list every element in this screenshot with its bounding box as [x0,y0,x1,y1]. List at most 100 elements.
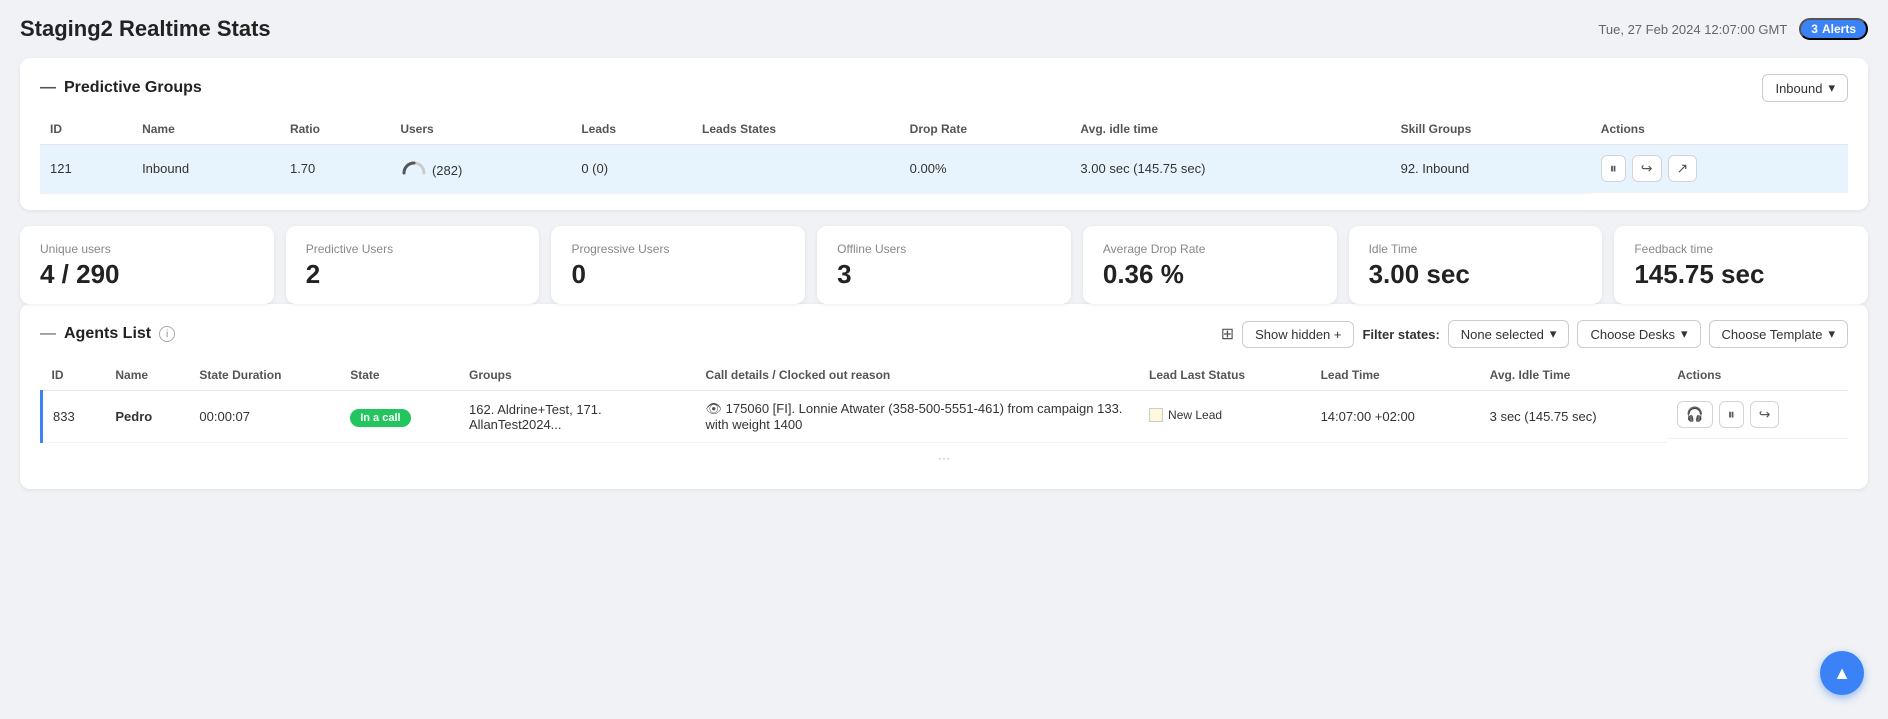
header-right: Tue, 27 Feb 2024 12:07:00 GMT 3 Alerts [1598,18,1868,40]
col-lead-last-status: Lead Last Status [1139,360,1311,391]
new-lead-badge: New Lead [1149,408,1222,422]
col-call-details: Call details / Clocked out reason [696,360,1140,391]
call-detail-icon: 👁 [706,401,723,416]
chevron-down-icon: ▾ [1681,326,1688,342]
none-selected-dropdown[interactable]: None selected ▾ [1448,320,1570,348]
col-groups: Groups [459,360,696,391]
agents-collapse-icon[interactable]: — [40,325,56,343]
forward-button[interactable]: ↪ [1632,155,1662,182]
col-actions: Actions [1591,114,1848,145]
col-drop-rate: Drop Rate [900,114,1071,145]
table-row: 121 Inbound 1.70 (282) 0 (0) [40,145,1848,194]
agent-state-duration: 00:00:07 [189,391,340,443]
avg-drop-rate-card: Average Drop Rate 0.36 % [1083,226,1337,305]
agents-list-tbody: 833 Pedro 00:00:07 In a call 162. Aldrin… [42,391,1849,443]
idle-time-card: Idle Time 3.00 sec [1349,226,1603,305]
predictive-users-label: Predictive Users [306,242,520,256]
transfer-button[interactable]: ↪ [1750,401,1780,428]
col-name: Name [105,360,189,391]
unique-users-card: Unique users 4 / 290 [20,226,274,305]
unique-users-value: 4 / 290 [40,260,254,289]
row-actions: ⏸ ↪ ↗ [1591,145,1848,193]
agents-title-area: — Agents List i [40,325,175,343]
row-leads: 0 (0) [571,145,692,194]
external-link-button[interactable]: ↗ [1668,155,1698,182]
agent-lead-time: 14:07:00 +02:00 [1311,391,1480,443]
row-skill-groups: 92. Inbound [1391,145,1591,194]
col-skill-groups: Skill Groups [1391,114,1591,145]
progressive-users-label: Progressive Users [571,242,785,256]
agents-list-thead: ID Name State Duration State Groups Call… [42,360,1849,391]
feedback-time-label: Feedback time [1634,242,1848,256]
agent-call-details: 👁 175060 [FI]. Lonnie Atwater (358-500-5… [696,391,1140,443]
unique-users-label: Unique users [40,242,254,256]
chevron-down-icon: ▾ [1828,80,1835,96]
predictive-groups-thead: ID Name Ratio Users Leads Leads States D… [40,114,1848,145]
agents-list-header: — Agents List i ⊞ Show hidden + Filter s… [40,320,1848,348]
agents-list-card: — Agents List i ⊞ Show hidden + Filter s… [20,304,1868,489]
agent-avg-idle: 3 sec (145.75 sec) [1480,391,1668,443]
predictive-groups-header-row: ID Name Ratio Users Leads Leads States D… [40,114,1848,145]
row-name: Inbound [132,145,280,194]
col-leads-states: Leads States [692,114,900,145]
col-actions: Actions [1667,360,1848,391]
col-id: ID [40,114,132,145]
choose-template-dropdown[interactable]: Choose Template ▾ [1709,320,1848,348]
col-id: ID [42,360,106,391]
agent-state: In a call [340,391,459,443]
alerts-label: Alerts [1822,22,1856,36]
predictive-groups-header: — Predictive Groups Inbound ▾ [40,74,1848,102]
col-avg-idle-time: Avg. Idle Time [1480,360,1668,391]
chevron-down-icon: ▾ [1828,326,1835,342]
fab-button[interactable]: ▲ [1820,651,1864,695]
offline-users-card: Offline Users 3 [817,226,1071,305]
predictive-groups-title: — Predictive Groups [40,79,202,97]
progressive-users-value: 0 [571,260,785,289]
collapse-icon[interactable]: — [40,79,56,97]
agents-list-title: Agents List [64,325,151,343]
choose-template-label: Choose Template [1722,327,1823,342]
col-state: State [340,360,459,391]
row-ratio: 1.70 [280,145,390,194]
pause-agent-button[interactable]: ⏸ [1719,401,1744,428]
predictive-groups-tbody: 121 Inbound 1.70 (282) 0 (0) [40,145,1848,194]
agents-header-row: ID Name State Duration State Groups Call… [42,360,1849,391]
scroll-hint: ··· [40,443,1848,473]
agent-name: Pedro [105,391,189,443]
avg-drop-rate-label: Average Drop Rate [1103,242,1317,256]
row-users: (282) [390,145,571,194]
col-ratio: Ratio [280,114,390,145]
inbound-filter-dropdown[interactable]: Inbound ▾ [1762,74,1848,102]
page-title: Staging2 Realtime Stats [20,16,271,42]
feedback-time-value: 145.75 sec [1634,260,1848,289]
page-header: Staging2 Realtime Stats Tue, 27 Feb 2024… [20,16,1868,42]
feedback-time-card: Feedback time 145.75 sec [1614,226,1868,305]
agent-id: 833 [42,391,106,443]
pause-button[interactable]: ⏸ [1601,155,1626,182]
stats-row: Unique users 4 / 290 Predictive Users 2 … [20,226,1868,305]
row-id: 121 [40,145,132,194]
predictive-users-card: Predictive Users 2 [286,226,540,305]
choose-desks-label: Choose Desks [1590,327,1675,342]
info-icon[interactable]: i [159,326,175,342]
table-row: 833 Pedro 00:00:07 In a call 162. Aldrin… [42,391,1849,443]
none-selected-value: None selected [1461,327,1544,342]
agent-groups: 162. Aldrine+Test, 171. AllanTest2024... [459,391,696,443]
choose-desks-dropdown[interactable]: Choose Desks ▾ [1577,320,1700,348]
idle-time-label: Idle Time [1369,242,1583,256]
alerts-button[interactable]: 3 Alerts [1799,18,1868,40]
lead-color-indicator [1149,408,1163,422]
fab-icon: ▲ [1833,663,1851,684]
grid-view-icon[interactable]: ⊞ [1221,324,1234,344]
headset-button[interactable]: 🎧 [1677,401,1712,428]
predictive-groups-card: — Predictive Groups Inbound ▾ ID Name Ra… [20,58,1868,210]
idle-time-value: 3.00 sec [1369,260,1583,289]
col-state-duration: State Duration [189,360,340,391]
offline-users-label: Offline Users [837,242,1051,256]
show-hidden-button[interactable]: Show hidden + [1242,321,1354,348]
col-lead-time: Lead Time [1311,360,1480,391]
alerts-count: 3 [1811,22,1818,36]
datetime: Tue, 27 Feb 2024 12:07:00 GMT [1598,22,1787,37]
progressive-users-card: Progressive Users 0 [551,226,805,305]
col-name: Name [132,114,280,145]
